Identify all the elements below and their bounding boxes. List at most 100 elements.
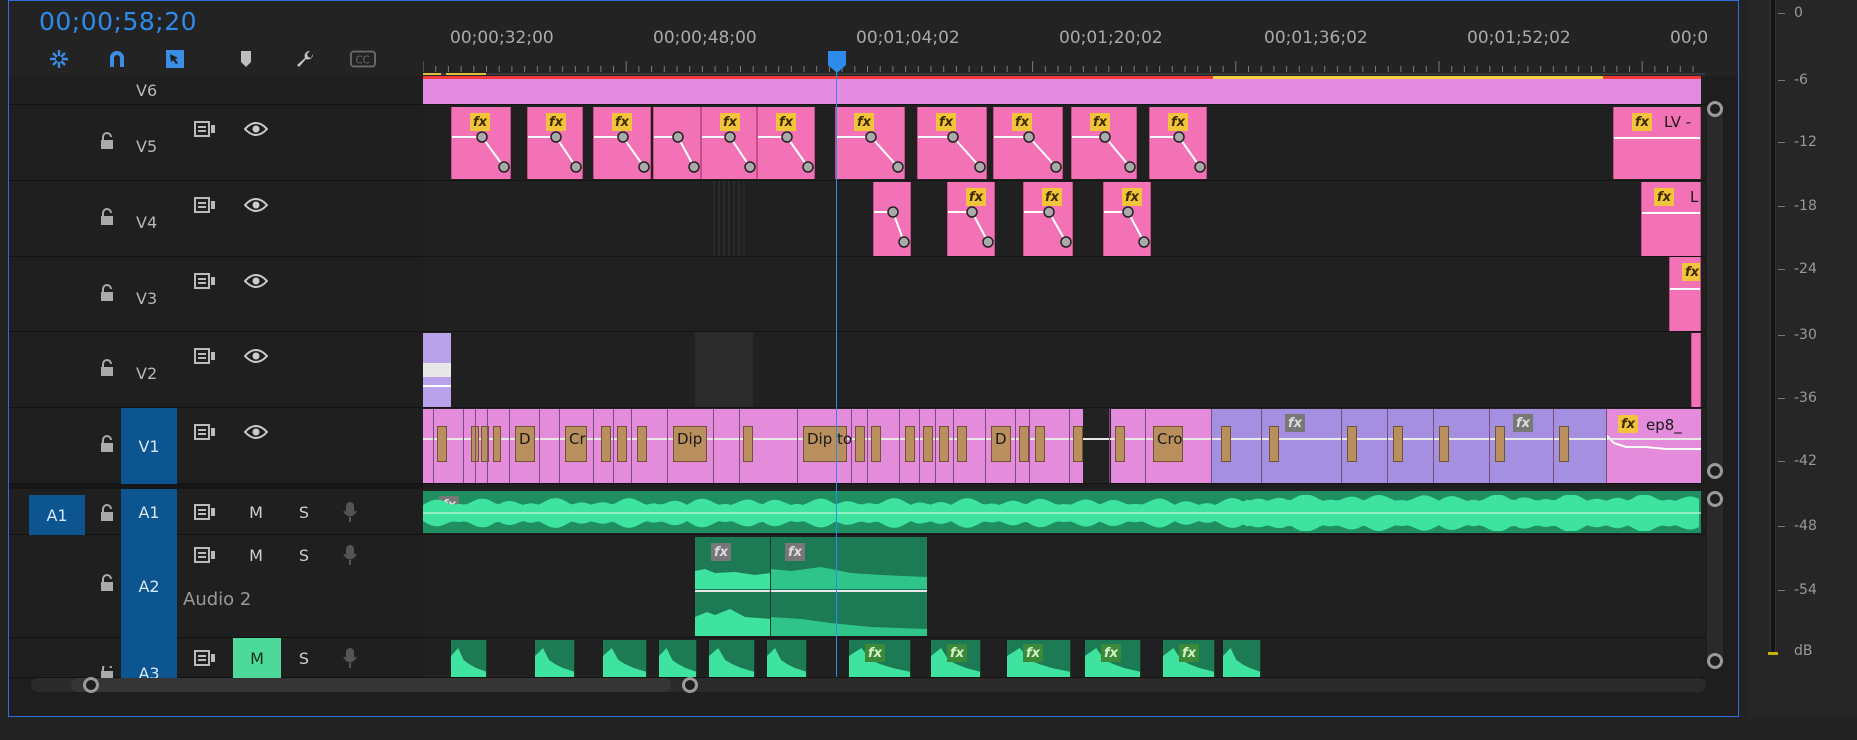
sync-lock-icon[interactable]: [191, 420, 219, 444]
eye-icon[interactable]: [241, 117, 271, 141]
clip-v5-7[interactable]: fx: [835, 107, 905, 179]
transition-9[interactable]: [637, 426, 647, 462]
mute-button[interactable]: M: [241, 500, 271, 524]
track-target-a1[interactable]: A1: [121, 489, 177, 535]
lock-icon[interactable]: [97, 503, 117, 523]
wrench-icon[interactable]: [289, 45, 321, 73]
clip-v5-11[interactable]: fx: [1149, 107, 1207, 179]
captions-icon[interactable]: CC: [347, 45, 379, 73]
transition-30[interactable]: [1495, 426, 1505, 462]
sync-lock-icon[interactable]: [191, 344, 219, 368]
clip-a3-2[interactable]: [535, 640, 575, 677]
track-lane-a1[interactable]: fx: [423, 489, 1705, 535]
clip-v5-10[interactable]: fx: [1071, 107, 1137, 179]
clip-v5-1[interactable]: fx: [451, 107, 511, 179]
lock-icon[interactable]: [97, 283, 117, 303]
track-lane-v1[interactable]: fx ep8_ D Cr Dip Dip to D Cro fx fx: [423, 408, 1705, 484]
opacity-keyframes[interactable]: [758, 107, 815, 179]
magnet-icon[interactable]: [101, 45, 133, 73]
scroll-knob-bottom[interactable]: [1707, 463, 1723, 479]
microphone-icon[interactable]: [335, 500, 365, 524]
track-lane-v3[interactable]: fx: [423, 257, 1705, 332]
opacity-keyframes[interactable]: [452, 107, 511, 179]
mute-button-active[interactable]: M: [233, 638, 281, 678]
opacity-keyframes[interactable]: [874, 182, 911, 256]
track-lane-v6[interactable]: [423, 76, 1705, 105]
transition-23[interactable]: [1115, 426, 1125, 462]
transition-28[interactable]: [1393, 426, 1403, 462]
clip-v4-2[interactable]: fx: [947, 182, 995, 256]
track-target-v1[interactable]: V1: [121, 408, 177, 484]
clip-a3-10[interactable]: fx: [1085, 640, 1141, 677]
transition-17[interactable]: [939, 426, 949, 462]
eye-icon[interactable]: [241, 420, 271, 444]
clip-a3-9[interactable]: fx: [1007, 640, 1071, 677]
track-lane-v4[interactable]: fx fx fx fx L: [423, 181, 1705, 257]
opacity-keyframes[interactable]: [1104, 182, 1151, 256]
snap-icon[interactable]: [43, 45, 75, 73]
clip-a3-3[interactable]: [603, 640, 647, 677]
scroll-knob-top[interactable]: [1707, 101, 1723, 117]
track-lane-v5[interactable]: fx fx fx fx fx fx fx fx fx fx fx LV -: [423, 105, 1705, 181]
opacity-keyframes[interactable]: [994, 107, 1063, 179]
solo-button[interactable]: S: [289, 543, 319, 567]
time-ruler[interactable]: 00;00;32;00 00;00;48;00 00;01;04;02 00;0…: [423, 1, 1708, 76]
lock-icon[interactable]: [97, 207, 117, 227]
clip-a3-1[interactable]: [451, 640, 487, 677]
sync-lock-icon[interactable]: [191, 646, 219, 670]
sync-lock-icon[interactable]: [191, 117, 219, 141]
transition-15[interactable]: [905, 426, 915, 462]
marker-icon[interactable]: [230, 45, 262, 73]
clip-v5-9[interactable]: fx: [993, 107, 1063, 179]
clip-a3-12[interactable]: [1223, 640, 1261, 677]
track-target-a3[interactable]: A3: [121, 638, 177, 678]
track-lane-a2[interactable]: fx fx: [423, 535, 1705, 638]
lock-icon[interactable]: [97, 666, 117, 678]
lock-icon[interactable]: [97, 573, 117, 593]
clip-a3-5[interactable]: [709, 640, 755, 677]
opacity-keyframes[interactable]: [1072, 107, 1137, 179]
transition-29[interactable]: [1439, 426, 1449, 462]
mute-button[interactable]: M: [241, 543, 271, 567]
clip-a2-2[interactable]: fx: [771, 537, 927, 636]
clip-a3-11[interactable]: fx: [1163, 640, 1215, 677]
clip-v4-4[interactable]: fx: [1103, 182, 1151, 256]
solo-button[interactable]: S: [289, 500, 319, 524]
microphone-icon[interactable]: [335, 646, 365, 670]
clip-a3-7[interactable]: fx: [849, 640, 911, 677]
clip-v4-3[interactable]: fx: [1023, 182, 1073, 256]
clip-v4-l[interactable]: fx L: [1641, 182, 1701, 256]
scroll-thumb[interactable]: [71, 678, 671, 692]
transition-22[interactable]: [1073, 426, 1083, 462]
clip-a3-4[interactable]: [659, 640, 697, 677]
track-lane-v2[interactable]: [423, 332, 1705, 408]
eye-icon[interactable]: [241, 344, 271, 368]
playhead-timecode[interactable]: 00;00;58;20: [39, 7, 197, 36]
clip-v5-6[interactable]: fx: [757, 107, 815, 179]
playhead-handle[interactable]: [827, 51, 847, 73]
video-vertical-scrollbar[interactable]: [1707, 101, 1723, 479]
clip-v6-adjustment[interactable]: [423, 76, 1701, 104]
lock-icon[interactable]: [97, 434, 117, 454]
opacity-keyframes[interactable]: [594, 107, 651, 179]
zoom-handle-right[interactable]: [682, 677, 698, 693]
clip-v5-lv[interactable]: fx LV -: [1613, 107, 1701, 179]
playhead-line[interactable]: [836, 67, 837, 677]
audio-vertical-scrollbar[interactable]: [1707, 491, 1723, 669]
clip-v5-5[interactable]: fx: [701, 107, 757, 179]
transition-1[interactable]: [437, 426, 447, 462]
transition-14[interactable]: [871, 426, 881, 462]
transition-11[interactable]: [743, 426, 753, 462]
timeline-horizontal-scrollbar[interactable]: [31, 677, 1706, 693]
clip-v5-8[interactable]: fx: [917, 107, 987, 179]
lock-icon[interactable]: [97, 131, 117, 151]
clip-v5-3[interactable]: fx: [593, 107, 651, 179]
transition-7[interactable]: [601, 426, 611, 462]
clip-v5-2[interactable]: fx: [527, 107, 583, 179]
lock-icon[interactable]: [97, 358, 117, 378]
linked-selection-icon[interactable]: [159, 45, 191, 73]
transition-16[interactable]: [923, 426, 933, 462]
clip-v1-ep8[interactable]: fx ep8_: [1606, 409, 1701, 483]
transition-21[interactable]: [1035, 426, 1045, 462]
eye-icon[interactable]: [241, 269, 271, 293]
